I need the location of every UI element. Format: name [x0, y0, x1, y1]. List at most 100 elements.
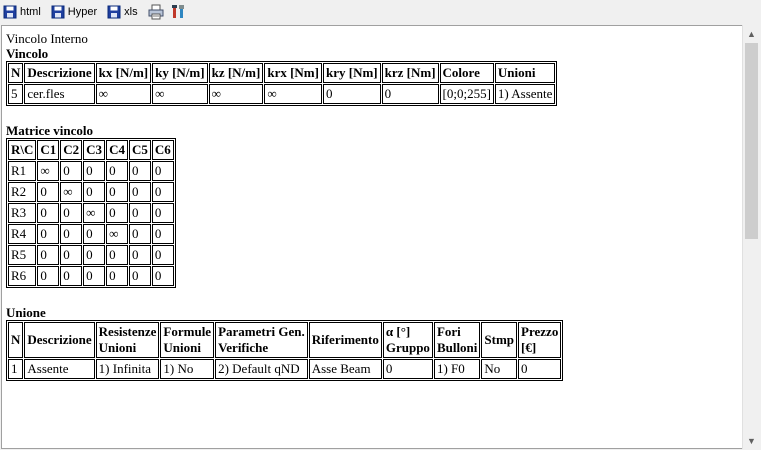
unione-cell: 2) Default qND [215, 359, 308, 379]
unione-cell: 0 [518, 359, 562, 379]
matrice-header-cell: C4 [106, 140, 128, 160]
vincolo-cell: [0;0;255] [439, 84, 494, 104]
vincolo-cell: cer.fles [24, 84, 95, 104]
unione-cell: 1) F0 [433, 359, 481, 379]
matrice-cell: R4 [8, 224, 37, 244]
matrice-cell: 0 [83, 224, 106, 244]
print-button[interactable] [145, 2, 167, 22]
unione-header-cell: α [°] Gruppo [382, 322, 433, 358]
unione-header-line: Stmp [484, 332, 515, 347]
matrice-cell: 0 [60, 203, 83, 223]
matrice-cell: 0 [151, 266, 174, 286]
vincolo-cell: ∞ [152, 84, 208, 104]
vincolo-header-cell: ky [N/m] [152, 63, 208, 83]
matrice-header-cell: C3 [83, 140, 106, 160]
matrice-cell: ∞ [60, 182, 83, 202]
vincolo-cell: 5 [8, 84, 24, 104]
matrice-cell: 0 [83, 182, 106, 202]
scrollbar-thumb[interactable] [745, 43, 758, 239]
matrice-cell: 0 [37, 182, 60, 202]
vincolo-cell: 0 [381, 84, 439, 104]
unione-header-line: Verifiche [218, 340, 269, 355]
save-icon [3, 5, 17, 19]
vincolo-header-cell: Colore [439, 63, 494, 83]
unione-header-cell: Formule Unioni [160, 322, 215, 358]
vincolo-cell: 1) Assente [494, 84, 556, 104]
matrice-cell: 0 [37, 224, 60, 244]
unione-header-line: [€] [521, 340, 537, 355]
report-view: Vincolo Interno Vincolo N Descrizione kx [… [1, 25, 743, 449]
unione-cell: 1 [8, 359, 24, 379]
matrice-cell: R1 [8, 161, 37, 181]
unione-header-line: Bulloni [436, 340, 478, 355]
export-xls-label: xls [124, 6, 138, 18]
matrice-header-cell: C2 [60, 140, 83, 160]
matrice-cell: ∞ [83, 203, 106, 223]
unione-cell: 1) Infinita [95, 359, 160, 379]
scroll-up-icon[interactable]: ▲ [743, 25, 760, 42]
vertical-scrollbar[interactable]: ▲ ▼ [742, 25, 760, 449]
vincolo-cell: ∞ [95, 84, 152, 104]
vincolo-header-cell: kz [N/m] [208, 63, 264, 83]
vincolo-heading: Vincolo [6, 46, 49, 61]
settings-button[interactable] [167, 2, 189, 22]
table-row: 5 cer.fles ∞ ∞ ∞ ∞ 0 0 [0;0;255] 1) Assente [8, 84, 556, 104]
unione-header-line: Formule [163, 324, 212, 339]
matrice-cell: 0 [83, 161, 106, 181]
vincolo-header-cell: krx [Nm] [264, 63, 322, 83]
vincolo-table: N Descrizione kx [N/m] ky [N/m] kz [N/m] krx … [6, 61, 558, 106]
printer-icon [148, 4, 164, 20]
matrice-cell: 0 [37, 245, 60, 265]
vincolo-header-cell: krz [Nm] [381, 63, 439, 83]
matrice-cell: 0 [151, 224, 174, 244]
vincolo-header-cell: Descrizione [24, 63, 95, 83]
unione-header-cell: Stmp [481, 322, 518, 358]
export-xls-button[interactable]: xls [104, 2, 140, 22]
unione-header-cell: Fori Bulloni [433, 322, 481, 358]
matrice-cell: 0 [106, 203, 128, 223]
unione-header-line: Descrizione [27, 332, 92, 347]
matrice-cell: 0 [128, 161, 151, 181]
table-row: R2 0 ∞ 0 0 0 0 [8, 182, 174, 202]
matrice-cell: 0 [83, 266, 106, 286]
unione-header-cell: Resistenze Unioni [95, 322, 160, 358]
unione-header-line: N [11, 332, 21, 347]
matrice-cell: 0 [128, 224, 151, 244]
table-row: R3 0 0 ∞ 0 0 0 [8, 203, 174, 223]
matrice-cell: 0 [151, 245, 174, 265]
vincolo-cell: ∞ [264, 84, 322, 104]
save-icon [107, 5, 121, 19]
vincolo-header-cell: kry [Nm] [322, 63, 381, 83]
tools-icon [171, 5, 184, 18]
scroll-down-icon[interactable]: ▼ [743, 432, 760, 449]
unione-header-cell: Descrizione [24, 322, 95, 358]
matrice-header-cell: C5 [128, 140, 151, 160]
matrice-cell: 0 [106, 182, 128, 202]
unione-header-line: Gruppo [385, 340, 430, 355]
matrice-header-cell: C1 [37, 140, 60, 160]
save-icon [51, 5, 65, 19]
matrice-cell: 0 [106, 245, 128, 265]
vincolo-header-cell: N [8, 63, 24, 83]
unione-header-cell: Riferimento [308, 322, 382, 358]
matrice-cell: 0 [37, 203, 60, 223]
matrice-cell: 0 [128, 182, 151, 202]
matrice-cell: 0 [60, 161, 83, 181]
matrice-cell: 0 [128, 245, 151, 265]
unione-cell: Asse Beam [308, 359, 382, 379]
table-row: R6 0 0 0 0 0 0 [8, 266, 174, 286]
vincolo-cell: 0 [322, 84, 381, 104]
matrice-cell: 0 [37, 266, 60, 286]
table-row: R5 0 0 0 0 0 0 [8, 245, 174, 265]
matrice-cell: ∞ [37, 161, 60, 181]
matrice-cell: 0 [151, 182, 174, 202]
export-html-button[interactable]: html [0, 2, 44, 22]
table-row: R4 0 0 0 ∞ 0 0 [8, 224, 174, 244]
export-hyper-button[interactable]: Hyper [48, 2, 100, 22]
table-row: 1 Assente 1) Infinita 1) No 2) Default qND As… [8, 359, 562, 379]
matrice-cell: 0 [128, 266, 151, 286]
unione-header-line: Fori [436, 324, 461, 339]
vincolo-header-cell: Unioni [494, 63, 556, 83]
unione-header-line: Unioni [98, 340, 137, 355]
vincolo-cell: ∞ [208, 84, 264, 104]
